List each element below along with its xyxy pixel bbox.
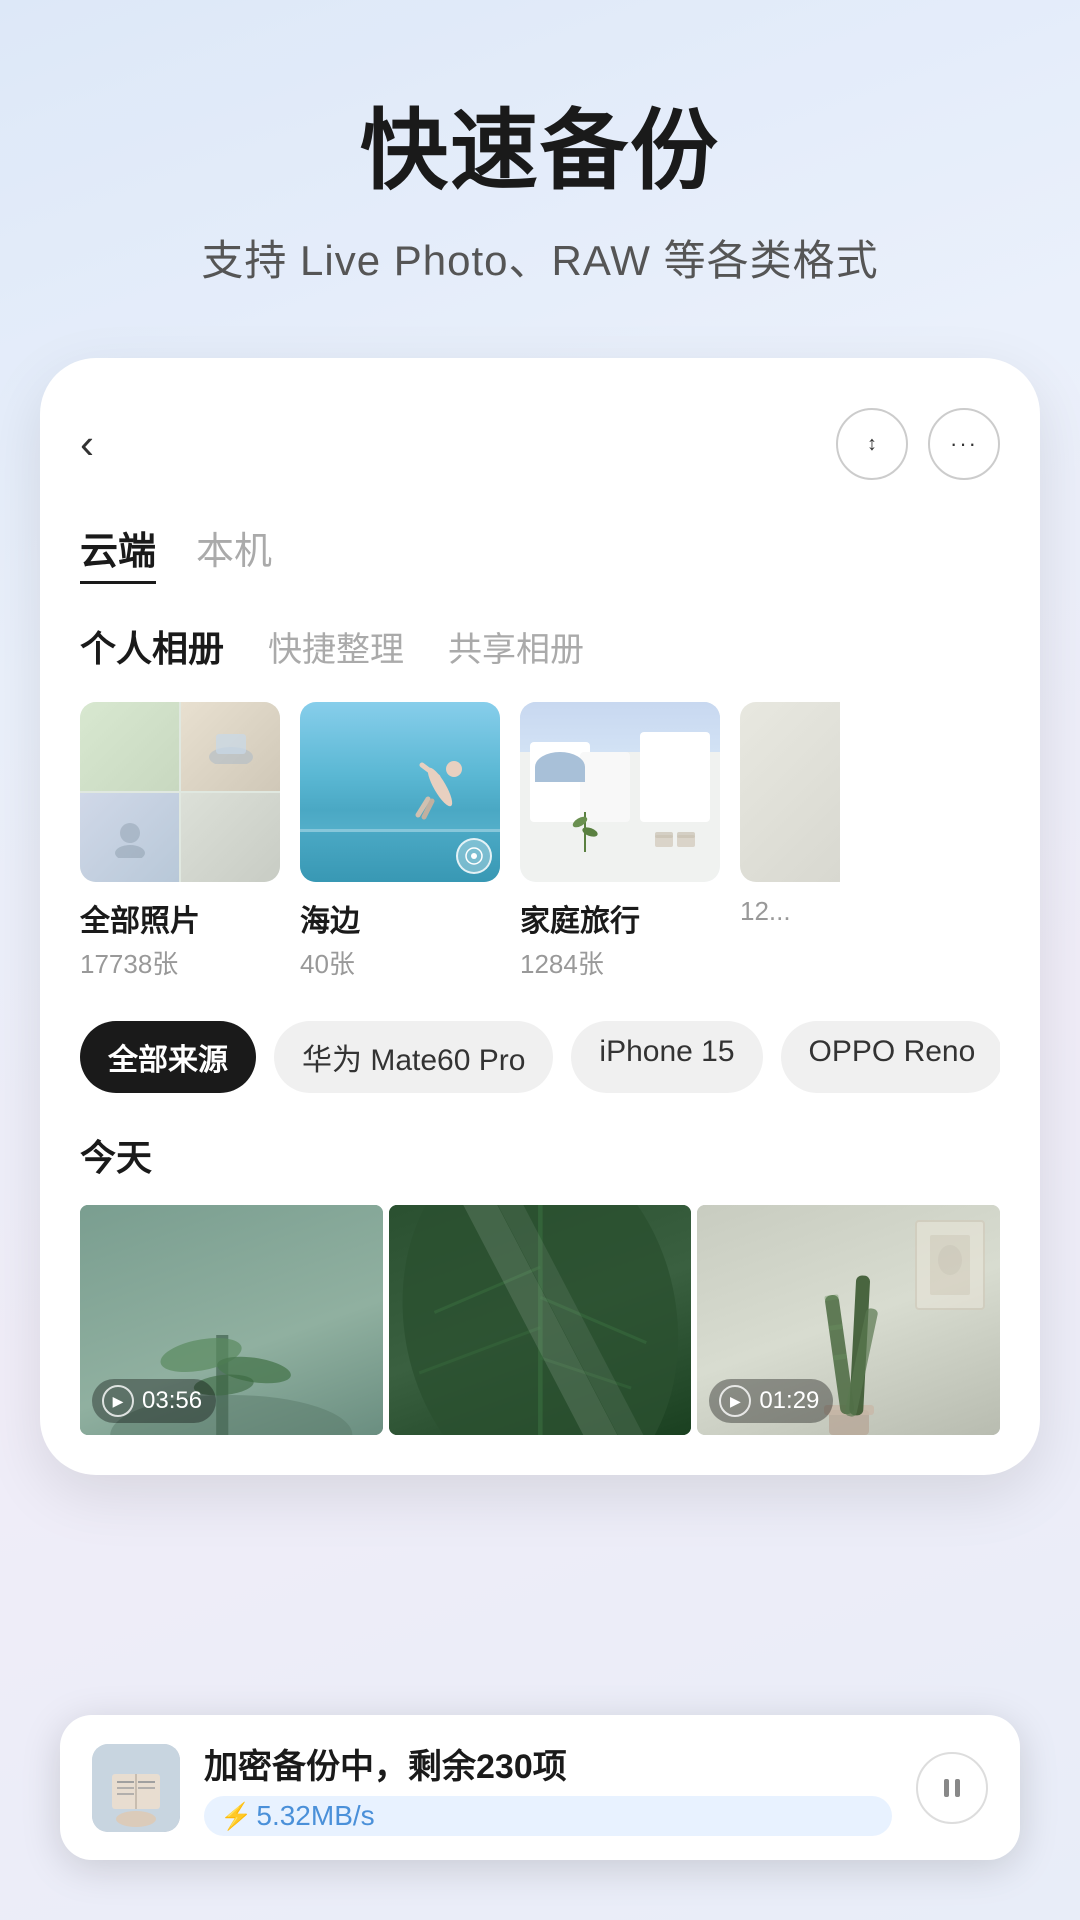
sub-tabs: 个人相册 快捷整理 共享相册 bbox=[80, 620, 1000, 672]
sync-icon bbox=[456, 838, 492, 874]
chip-huawei[interactable]: 华为 Mate60 Pro bbox=[274, 1021, 553, 1093]
backup-thumbnail bbox=[92, 1744, 180, 1832]
album-thumb-trip bbox=[520, 702, 720, 882]
backup-bar: 加密备份中，剩余230项 ⚡ 5.32MB/s bbox=[60, 1715, 1020, 1860]
pause-button[interactable] bbox=[916, 1752, 988, 1824]
thumb-cell-2 bbox=[181, 702, 280, 791]
album-name-trip: 家庭旅行 bbox=[520, 896, 720, 940]
play-icon-1: ▶ bbox=[102, 1385, 134, 1417]
hero-title: 快速备份 bbox=[60, 80, 1020, 207]
album-name-all: 全部照片 bbox=[80, 896, 280, 940]
chip-all-sources[interactable]: 全部来源 bbox=[80, 1021, 256, 1093]
video-badge-1: ▶ 03:56 bbox=[92, 1379, 216, 1423]
hero-section: 快速备份 支持 Live Photo、RAW 等各类格式 bbox=[0, 0, 1080, 338]
nav-icons: ↕ ··· bbox=[836, 408, 1000, 480]
app-card: ‹ ↕ ··· 云端 本机 个人相册 快捷整理 共享相册 bbox=[40, 358, 1040, 1475]
thumb-cell-3 bbox=[80, 793, 179, 882]
video-duration-1: 03:56 bbox=[142, 1387, 202, 1415]
album-name-beach: 海边 bbox=[300, 896, 500, 940]
main-tabs: 云端 本机 bbox=[80, 520, 1000, 584]
album-item-all[interactable]: 全部照片 17738张 bbox=[80, 702, 280, 981]
album-item-trip[interactable]: 家庭旅行 1284张 bbox=[520, 702, 720, 981]
thumb-cell-1 bbox=[80, 702, 179, 791]
chip-iphone[interactable]: iPhone 15 bbox=[571, 1021, 762, 1093]
photo-grid: ▶ 03:56 bbox=[80, 1205, 1000, 1435]
hero-subtitle: 支持 Live Photo、RAW 等各类格式 bbox=[60, 227, 1020, 288]
today-section-title: 今天 bbox=[80, 1129, 1000, 1181]
backup-title: 加密备份中，剩余230项 bbox=[204, 1739, 892, 1788]
source-chips: 全部来源 华为 Mate60 Pro iPhone 15 OPPO Reno bbox=[80, 1021, 1000, 1093]
photo-cell-3[interactable]: ▶ 01:29 bbox=[697, 1205, 1000, 1435]
backup-speed: 5.32MB/s bbox=[256, 1800, 374, 1832]
album-item-partial[interactable]: 12... bbox=[740, 702, 840, 981]
photo-cell-2[interactable] bbox=[389, 1205, 692, 1435]
sub-tab-personal[interactable]: 个人相册 bbox=[80, 620, 224, 672]
sort-icon-button[interactable]: ↕ bbox=[836, 408, 908, 480]
speed-badge: ⚡ 5.32MB/s bbox=[204, 1796, 892, 1836]
thumb-cell-4 bbox=[181, 793, 280, 882]
sub-tab-shared[interactable]: 共享相册 bbox=[448, 622, 584, 671]
more-icon-button[interactable]: ··· bbox=[928, 408, 1000, 480]
svg-text:↕: ↕ bbox=[867, 433, 877, 455]
album-count-beach: 40张 bbox=[300, 944, 500, 981]
album-grid: 全部照片 17738张 bbox=[80, 702, 1000, 981]
video-duration-3: 01:29 bbox=[759, 1387, 819, 1415]
backup-info: 加密备份中，剩余230项 ⚡ 5.32MB/s bbox=[204, 1739, 892, 1836]
tab-cloud[interactable]: 云端 bbox=[80, 520, 156, 584]
photo-cell-1[interactable]: ▶ 03:56 bbox=[80, 1205, 383, 1435]
back-button[interactable]: ‹ bbox=[80, 420, 94, 468]
album-partial-thumb bbox=[740, 702, 840, 882]
chip-oppo[interactable]: OPPO Reno bbox=[781, 1021, 1000, 1093]
album-count-trip: 1284张 bbox=[520, 944, 720, 981]
album-item-beach[interactable]: 海边 40张 bbox=[300, 702, 500, 981]
album-count-all: 17738张 bbox=[80, 944, 280, 981]
lightning-icon: ⚡ bbox=[220, 1801, 252, 1832]
sub-tab-quick[interactable]: 快捷整理 bbox=[268, 622, 404, 671]
nav-bar: ‹ ↕ ··· bbox=[80, 408, 1000, 480]
album-thumb-beach bbox=[300, 702, 500, 882]
album-thumb-all bbox=[80, 702, 280, 882]
album-count-partial: 12... bbox=[740, 896, 840, 927]
play-icon-3: ▶ bbox=[719, 1385, 751, 1417]
tab-local[interactable]: 本机 bbox=[196, 520, 272, 584]
video-badge-3: ▶ 01:29 bbox=[709, 1379, 833, 1423]
